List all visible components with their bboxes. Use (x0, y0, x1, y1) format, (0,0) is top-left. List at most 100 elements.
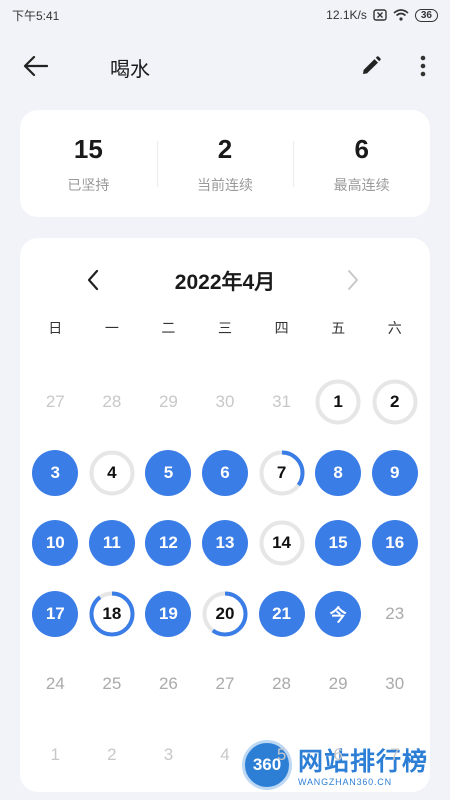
status-bar: 下午5:41 12.1K/s 36 (0, 0, 450, 30)
weekday-label: 二 (161, 320, 176, 336)
stat-value: 2 (217, 133, 233, 164)
back-button[interactable] (18, 50, 52, 82)
more-options-button[interactable] (410, 52, 436, 80)
day-number: 27 (215, 674, 235, 694)
battery-indicator: 36 (414, 8, 438, 22)
calendar-day[interactable]: 29 (140, 367, 197, 438)
stat-total: 15 已坚持 (20, 133, 157, 195)
calendar-day[interactable]: 3 (27, 438, 84, 509)
calendar-day[interactable]: 19 (140, 579, 197, 650)
next-month-button[interactable] (338, 265, 368, 295)
stat-value: 15 (73, 133, 103, 164)
calendar-day[interactable]: 27 (197, 649, 254, 720)
calendar-day[interactable]: 17 (27, 579, 84, 650)
calendar-day[interactable]: 26 (140, 649, 197, 720)
calendar-day[interactable]: 23 (366, 579, 423, 650)
day-marker: 29 (315, 661, 361, 707)
calendar-day[interactable]: 30 (197, 367, 254, 438)
calendar-day[interactable]: 11 (84, 508, 141, 579)
day-number: 25 (102, 674, 122, 694)
day-marker: 14 (259, 520, 305, 566)
day-marker: 23 (372, 591, 418, 637)
day-number: 28 (272, 674, 292, 694)
calendar-day[interactable]: 21 (253, 579, 310, 650)
day-number: 7 (276, 462, 287, 482)
calendar-day[interactable]: 13 (197, 508, 254, 579)
calendar-day[interactable]: 12 (140, 508, 197, 579)
day-number: 4 (220, 744, 230, 764)
calendar-day[interactable]: 10 (27, 508, 84, 579)
day-marker: 17 (32, 590, 79, 637)
day-number: 23 (385, 603, 405, 623)
day-number: 7 (389, 744, 400, 764)
stat-label: 当前连续 (197, 176, 253, 193)
calendar-day[interactable]: 30 (366, 649, 423, 720)
day-marker: 5 (145, 449, 192, 496)
calendar-day[interactable]: 1 (27, 720, 84, 791)
calendar-day[interactable]: 1 (310, 367, 367, 438)
pencil-icon (363, 56, 381, 74)
calendar-day[interactable]: 9 (366, 438, 423, 509)
calendar-day[interactable]: 2 (84, 720, 141, 791)
day-marker: 3 (32, 449, 79, 496)
calendar-day[interactable]: 20 (197, 579, 254, 650)
stat-current-streak: 2 当前连续 (156, 133, 294, 195)
weekday-label: 日 (48, 320, 63, 336)
calendar-day[interactable]: 4 (84, 438, 141, 509)
day-number: 19 (158, 603, 178, 623)
weekday-label: 一 (104, 320, 119, 336)
calendar-day[interactable]: 14 (253, 508, 310, 579)
calendar-day[interactable]: 7 (253, 438, 310, 509)
calendar-day[interactable]: 31 (253, 367, 310, 438)
day-marker: 29 (145, 379, 191, 425)
day-marker: 2 (89, 732, 135, 778)
day-number: 16 (385, 533, 405, 553)
day-number: 29 (158, 392, 178, 412)
day-number: 13 (215, 533, 235, 553)
day-number: 26 (158, 674, 178, 694)
calendar-day[interactable]: 28 (84, 367, 141, 438)
calendar-day[interactable]: 24 (27, 649, 84, 720)
watermark-text: 网站排行榜 (298, 748, 429, 776)
day-marker: 27 (202, 661, 248, 707)
edit-button[interactable] (356, 52, 386, 80)
calendar-day[interactable]: 3 (140, 720, 197, 791)
day-number: 27 (45, 392, 65, 412)
day-marker: 30 (372, 661, 418, 707)
calendar-day[interactable]: 27 (27, 367, 84, 438)
day-marker: 21 (258, 590, 305, 637)
day-marker: 1 (32, 732, 78, 778)
month-title: 2022年4月 (174, 271, 276, 294)
day-marker: 7 (259, 450, 305, 496)
day-number: 2 (389, 392, 400, 412)
calendar-day[interactable]: 8 (310, 438, 367, 509)
calendar-day[interactable]: 16 (366, 508, 423, 579)
day-number: 1 (333, 392, 343, 412)
arrow-left-icon (23, 55, 48, 77)
day-marker: 16 (371, 520, 418, 567)
calendar-day[interactable]: 25 (84, 649, 141, 720)
calendar-day[interactable]: 18 (84, 579, 141, 650)
weekday-label: 三 (217, 320, 232, 336)
weekday-label: 五 (331, 320, 346, 336)
day-number: 14 (272, 533, 292, 553)
day-marker: 8 (315, 449, 362, 496)
calendar-day[interactable]: 29 (310, 649, 367, 720)
calendar-day[interactable]: 2 (366, 367, 423, 438)
app-bar: 喝水 (0, 40, 450, 92)
day-marker: 10 (32, 520, 79, 567)
day-number: 今 (329, 606, 347, 626)
calendar-day[interactable]: 6 (197, 438, 254, 509)
day-marker: 1 (315, 379, 361, 425)
day-number: 17 (45, 603, 65, 623)
calendar-day[interactable]: 28 (253, 649, 310, 720)
calendar-day[interactable]: 5 (140, 438, 197, 509)
day-marker: 30 (202, 379, 248, 425)
day-number: 20 (215, 603, 235, 623)
day-marker: 15 (315, 520, 362, 567)
calendar-day[interactable]: 15 (310, 508, 367, 579)
calendar-day[interactable]: 今 (310, 579, 367, 650)
stat-label: 已坚持 (67, 176, 110, 193)
day-number: 4 (107, 462, 117, 482)
day-marker: 3 (145, 732, 191, 778)
